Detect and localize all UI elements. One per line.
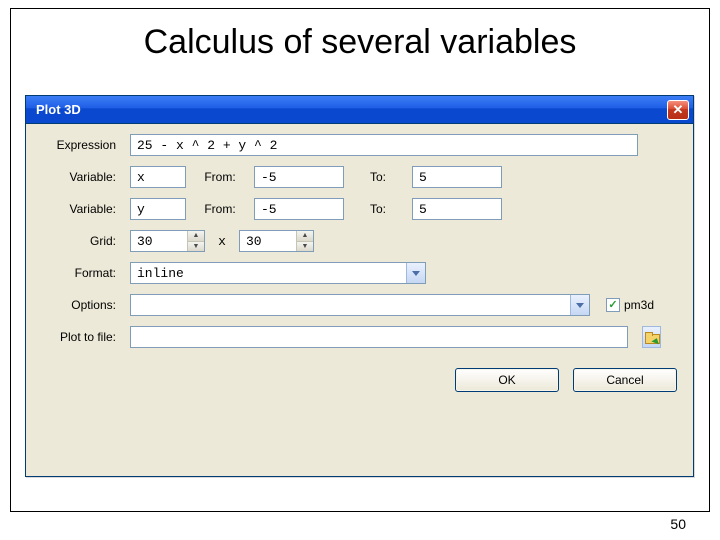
variable1-input[interactable]: x	[130, 166, 186, 188]
close-icon: ✕	[673, 102, 684, 117]
chevron-down-icon	[576, 303, 584, 308]
label-options: Options:	[36, 298, 122, 312]
grid1-spinner[interactable]: 30 ▲ ▼	[130, 230, 205, 252]
ok-button[interactable]: OK	[455, 368, 559, 392]
variable2-input[interactable]: y	[130, 198, 186, 220]
arrow-icon	[651, 337, 660, 344]
label-from-2: From:	[194, 202, 246, 216]
grid-separator: x	[213, 234, 231, 249]
grid2-down[interactable]: ▼	[296, 242, 313, 252]
browse-button[interactable]	[642, 326, 661, 348]
slide-title: Calculus of several variables	[11, 23, 709, 62]
row-expression: Expression 25 - x ^ 2 + y ^ 2	[36, 134, 683, 156]
format-combo[interactable]: inline	[130, 262, 426, 284]
options-field[interactable]	[131, 295, 570, 315]
row-options: Options: ✓ pm3d	[36, 294, 683, 316]
grid2-up[interactable]: ▲	[296, 231, 313, 242]
options-combo[interactable]	[130, 294, 590, 316]
pm3d-label: pm3d	[624, 298, 654, 312]
label-expression: Expression	[36, 138, 122, 152]
row-grid: Grid: 30 ▲ ▼ x 30 ▲ ▼	[36, 230, 683, 252]
pm3d-checkbox[interactable]: ✓	[606, 298, 620, 312]
window-title: Plot 3D	[36, 102, 667, 117]
variable2-from-input[interactable]: -5	[254, 198, 344, 220]
label-to-2: To:	[352, 202, 404, 216]
cancel-button[interactable]: Cancel	[573, 368, 677, 392]
grid1-down[interactable]: ▼	[187, 242, 204, 252]
label-variable-1: Variable:	[36, 170, 122, 184]
row-format: Format: inline	[36, 262, 683, 284]
row-variable-y: Variable: y From: -5 To: 5	[36, 198, 683, 220]
format-field[interactable]: inline	[131, 263, 406, 283]
slide-frame: Calculus of several variables Plot 3D ✕ …	[10, 8, 710, 512]
expression-input[interactable]: 25 - x ^ 2 + y ^ 2	[130, 134, 638, 156]
page-number: 50	[670, 516, 686, 532]
plotfile-input[interactable]	[130, 326, 628, 348]
variable2-to-input[interactable]: 5	[412, 198, 502, 220]
variable1-from-input[interactable]: -5	[254, 166, 344, 188]
close-button[interactable]: ✕	[667, 100, 689, 120]
folder-icon	[645, 332, 658, 342]
row-variable-x: Variable: x From: -5 To: 5	[36, 166, 683, 188]
label-format: Format:	[36, 266, 122, 280]
dialog-body: Expression 25 - x ^ 2 + y ^ 2 Variable: …	[26, 124, 693, 400]
pm3d-checkbox-wrap: ✓ pm3d	[606, 298, 654, 312]
label-to-1: To:	[352, 170, 404, 184]
plot3d-dialog: Plot 3D ✕ Expression 25 - x ^ 2 + y ^ 2 …	[25, 95, 694, 477]
row-plotfile: Plot to file:	[36, 326, 683, 348]
options-dropdown-button[interactable]	[570, 295, 589, 315]
grid2-input[interactable]: 30	[240, 231, 296, 251]
chevron-down-icon	[412, 271, 420, 276]
grid2-spinner[interactable]: 30 ▲ ▼	[239, 230, 314, 252]
format-dropdown-button[interactable]	[406, 263, 425, 283]
label-grid: Grid:	[36, 234, 122, 248]
label-variable-2: Variable:	[36, 202, 122, 216]
grid1-up[interactable]: ▲	[187, 231, 204, 242]
check-icon: ✓	[608, 300, 617, 310]
variable1-to-input[interactable]: 5	[412, 166, 502, 188]
title-bar[interactable]: Plot 3D ✕	[26, 96, 693, 124]
label-from-1: From:	[194, 170, 246, 184]
button-bar: OK Cancel	[36, 368, 683, 392]
label-plotfile: Plot to file:	[36, 330, 122, 344]
grid1-input[interactable]: 30	[131, 231, 187, 251]
